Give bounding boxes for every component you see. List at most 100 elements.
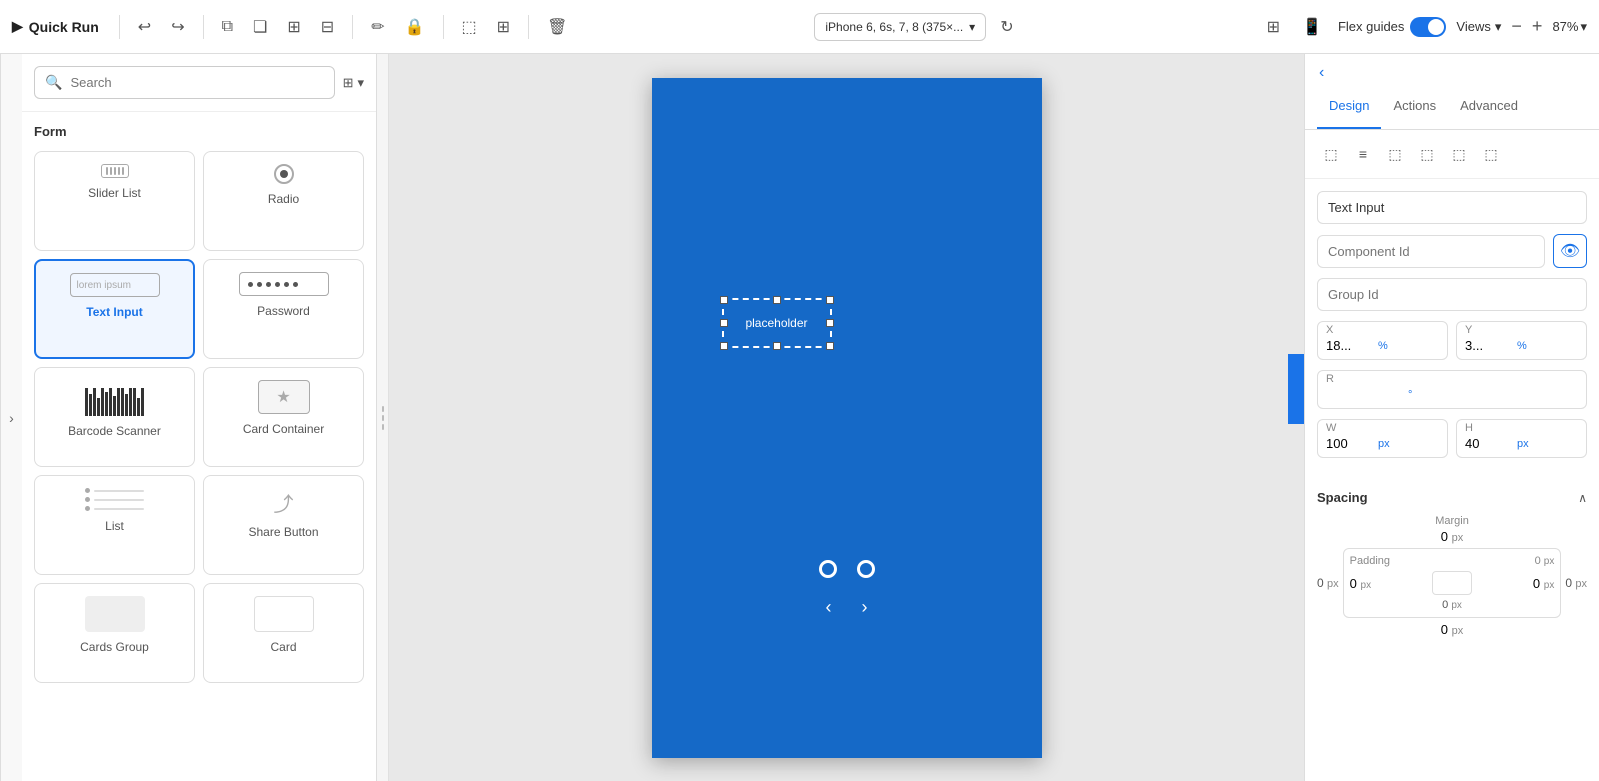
coord-x-input[interactable]: [1326, 338, 1376, 353]
divider-3: [352, 15, 353, 39]
group-button[interactable]: ⊞: [491, 13, 516, 41]
coord-h-input[interactable]: [1465, 436, 1515, 451]
pencil-button[interactable]: ✏: [365, 13, 390, 41]
refresh-button[interactable]: ↻: [994, 13, 1019, 41]
tab-advanced[interactable]: Advanced: [1448, 84, 1530, 129]
zoom-value: 87%: [1552, 19, 1578, 34]
coord-r-grid: R °: [1317, 370, 1587, 409]
padding-right-val: 0 px: [1533, 576, 1554, 591]
carousel-next-arrow[interactable]: ›: [862, 597, 868, 618]
search-icon: 🔍: [45, 74, 62, 91]
handle-bottom-left[interactable]: [720, 342, 728, 350]
search-input[interactable]: [70, 75, 323, 90]
coord-r-label: R: [1326, 373, 1334, 385]
copy-button[interactable]: ⧉: [216, 14, 239, 40]
component-password[interactable]: Password: [203, 259, 364, 359]
handle-top-center[interactable]: [773, 296, 781, 304]
delete-button[interactable]: 🗑: [541, 13, 573, 41]
zoom-in-button[interactable]: +: [1532, 16, 1543, 37]
component-id-row: 👁: [1317, 234, 1587, 268]
coord-r-input[interactable]: [1326, 387, 1406, 402]
name-input[interactable]: [1317, 191, 1587, 224]
toolbar: ▶ Quick Run ↩ ↪ ⧉ ❏ ⊞ ⊟ ✏ 🔒 ⬚ ⊞ 🗑 iPhone…: [0, 0, 1599, 54]
chevron-down-icon: ▾: [969, 20, 975, 34]
lock-button[interactable]: 🔒: [399, 13, 431, 41]
tab-actions[interactable]: Actions: [1381, 84, 1448, 129]
grid-view-button[interactable]: ⊞ ▾: [343, 75, 364, 91]
components-grid: Slider List Radio lorem ipsum Text Input: [34, 151, 364, 683]
align-button[interactable]: ⊟: [315, 13, 340, 41]
component-list[interactable]: List: [34, 475, 195, 575]
padding-top-val: 0 px: [1535, 555, 1555, 567]
password-label: Password: [257, 304, 310, 318]
spacing-section: Spacing ∧ Margin 0 px 0 px: [1305, 480, 1599, 645]
right-panel-collapse-button[interactable]: ‹: [1317, 62, 1326, 84]
component-share-button[interactable]: ⤴ Share Button: [203, 475, 364, 575]
grid-icon: ⊞: [343, 75, 354, 91]
paste-special-button[interactable]: ⊞: [281, 13, 306, 41]
left-panel-drag-handle[interactable]: [377, 54, 389, 781]
zoom-level[interactable]: 87% ▾: [1552, 19, 1587, 35]
coord-y-unit: %: [1517, 340, 1527, 352]
spacing-header[interactable]: Spacing ∧: [1305, 480, 1599, 515]
component-radio[interactable]: Radio: [203, 151, 364, 251]
divider-1: [119, 15, 120, 39]
radio-icon: [274, 164, 294, 184]
carousel-dot-1: [819, 560, 837, 578]
handle-top-right[interactable]: [826, 296, 834, 304]
redo-button[interactable]: ↪: [165, 13, 190, 41]
component-card-container[interactable]: ★ Card Container: [203, 367, 364, 467]
views-button[interactable]: Views ▾: [1456, 19, 1501, 35]
tab-design[interactable]: Design: [1317, 84, 1381, 129]
component-barcode-scanner[interactable]: Barcode Scanner: [34, 367, 195, 467]
component-id-visibility-button[interactable]: 👁: [1553, 234, 1587, 268]
left-panel-collapse-button[interactable]: ›: [0, 54, 22, 781]
align-right-button[interactable]: ⬚: [1381, 140, 1409, 168]
share-button-label: Share Button: [248, 525, 318, 539]
component-id-input[interactable]: [1317, 235, 1545, 268]
padding-center-input[interactable]: [1432, 571, 1472, 595]
component-card[interactable]: Card: [203, 583, 364, 683]
carousel-prev-arrow[interactable]: ‹: [826, 597, 832, 618]
coord-w-input[interactable]: [1326, 436, 1376, 451]
component-slider-list[interactable]: Slider List: [34, 151, 195, 251]
align-center-v-button[interactable]: ⬚: [1445, 140, 1473, 168]
align-top-button[interactable]: ⬚: [1413, 140, 1441, 168]
undo-button[interactable]: ↩: [132, 13, 157, 41]
zoom-out-button[interactable]: −: [1511, 16, 1522, 37]
phone-frame: placeholder ‹ ›: [652, 78, 1042, 758]
handle-bottom-right[interactable]: [826, 342, 834, 350]
component-cards-group[interactable]: Cards Group: [34, 583, 195, 683]
handle-middle-left[interactable]: [720, 319, 728, 327]
flex-guides-switch[interactable]: [1410, 17, 1446, 37]
paste-button[interactable]: ❏: [247, 13, 273, 41]
component-text-input[interactable]: lorem ipsum Text Input: [34, 259, 195, 359]
selected-text-input-element[interactable]: placeholder: [722, 298, 832, 348]
desktop-icon[interactable]: ⊞: [1261, 13, 1286, 41]
margin-middle-row: 0 px Padding 0 px: [1317, 548, 1587, 618]
coord-grid: X % Y %: [1317, 321, 1587, 360]
group-id-input[interactable]: [1317, 278, 1587, 311]
card-container-icon: ★: [258, 380, 310, 414]
mobile-icon[interactable]: 📱: [1296, 13, 1328, 41]
handle-bottom-center[interactable]: [773, 342, 781, 350]
frame-button[interactable]: ⬚: [456, 13, 483, 41]
device-selector[interactable]: iPhone 6, 6s, 7, 8 (375×... ▾: [814, 13, 986, 41]
coord-w-label: W: [1326, 422, 1336, 434]
align-left-button[interactable]: ⬚: [1317, 140, 1345, 168]
zoom-chevron-icon: ▾: [1580, 19, 1587, 35]
spacing-title: Spacing: [1317, 490, 1368, 505]
left-panel: 🔍 ⊞ ▾ Form: [22, 54, 377, 781]
margin-top-unit: px: [1452, 532, 1464, 544]
coord-y-input[interactable]: [1465, 338, 1515, 353]
alignment-toolbar: ⬚ ≡ ⬚ ⬚ ⬚ ⬚: [1305, 130, 1599, 179]
canvas-area[interactable]: placeholder ‹ ›: [389, 54, 1304, 781]
coord-y-label: Y: [1465, 324, 1472, 336]
handle-middle-right[interactable]: [826, 319, 834, 327]
handle-top-left[interactable]: [720, 296, 728, 304]
divider-5: [528, 15, 529, 39]
align-bottom-button[interactable]: ⬚: [1477, 140, 1505, 168]
align-center-h-button[interactable]: ≡: [1349, 140, 1377, 168]
coord-x-field: X %: [1317, 321, 1448, 360]
right-panel-tabs: Design Actions Advanced: [1305, 84, 1599, 130]
